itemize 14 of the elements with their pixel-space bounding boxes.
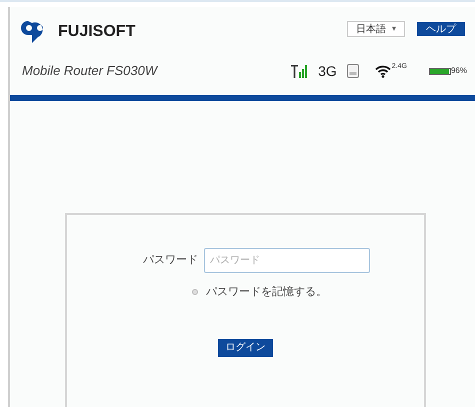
password-label: パスワード — [143, 253, 198, 268]
signal-icon — [291, 64, 308, 78]
remember-checkbox[interactable] — [192, 289, 198, 296]
model-name: Mobile Router FS030W — [22, 62, 158, 80]
brand-name: FUJISOFT — [58, 22, 136, 42]
network-type: 3G — [318, 62, 337, 80]
password-field[interactable]: パスワード — [204, 248, 370, 273]
sim-card-icon — [346, 64, 359, 78]
remember-label: パスワードを記憶する。 — [206, 285, 327, 300]
language-select[interactable]: 日本語 ▾ — [347, 21, 405, 37]
help-button[interactable]: ヘルプ — [417, 22, 465, 36]
battery-percent: 96% — [450, 65, 467, 77]
wifi-icon — [374, 64, 391, 78]
login-button[interactable]: ログイン — [218, 338, 273, 356]
